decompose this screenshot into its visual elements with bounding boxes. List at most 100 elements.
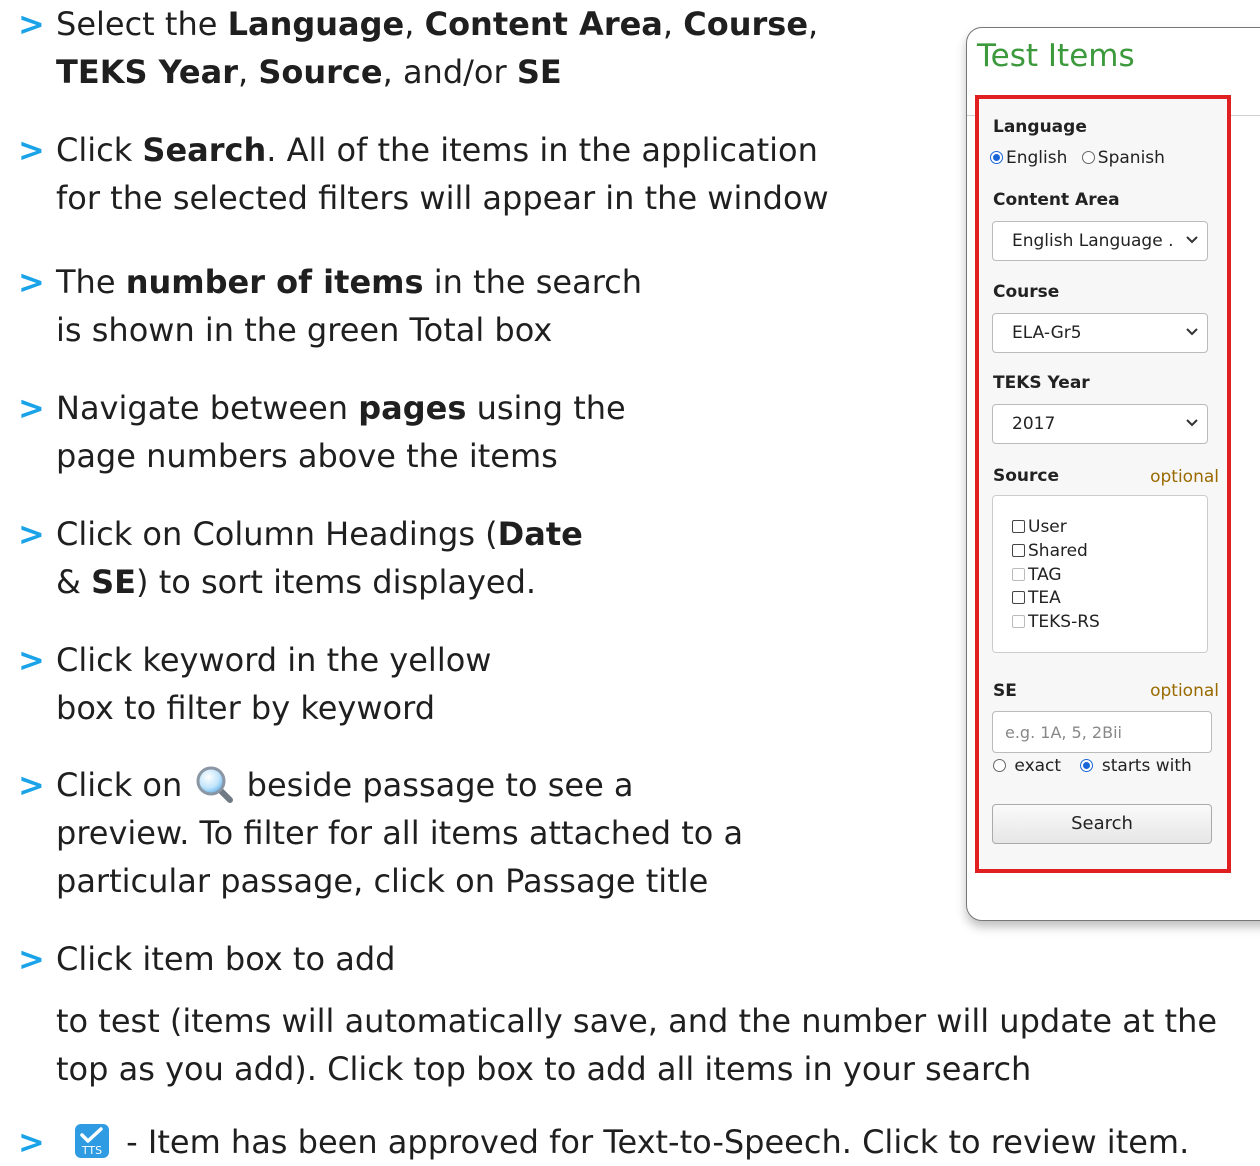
- instruction-line: [18, 983, 1217, 997]
- instruction-bullet: > Click item box to add to test (items wil…: [18, 935, 1217, 1093]
- svg-text:TTS: TTS: [81, 1144, 102, 1157]
- chevron-right-icon: >: [18, 263, 45, 301]
- instruction-text: Select the: [56, 5, 228, 43]
- instruction-text: Click on: [56, 766, 193, 804]
- source-tea-checkbox[interactable]: TEA: [1012, 588, 1061, 608]
- instruction-line: Click on beside passage to see a: [18, 761, 743, 809]
- instruction-text: to test (items will automatically save, …: [56, 1002, 1218, 1040]
- teks-year-select[interactable]: 2017: [992, 404, 1208, 444]
- instruction-bold-text: pages: [358, 389, 467, 427]
- instruction-line: for the selected filters will appear in …: [18, 174, 829, 222]
- search-button[interactable]: Search: [992, 804, 1212, 844]
- instruction-line: Select the Language, Content Area, Cours…: [18, 0, 818, 48]
- instruction-text: box to filter by keyword: [56, 689, 436, 727]
- instruction-text: beside passage to see a: [236, 766, 634, 804]
- instruction-text: . All of the items in the application: [266, 131, 818, 169]
- instruction-text: page numbers above the items: [56, 437, 558, 475]
- instruction-line: TEKS Year, Source, and/or SE: [18, 48, 818, 96]
- tts-icon[interactable]: TTS: [74, 1123, 110, 1159]
- instruction-text: particular passage, click on Passage tit…: [56, 862, 709, 900]
- instruction-text: &: [56, 563, 92, 601]
- instruction-line: page numbers above the items: [18, 432, 626, 480]
- checkbox-disabled-icon: [1012, 568, 1025, 581]
- instruction-text: is shown in the green Total box: [56, 311, 553, 349]
- instruction-text: ,: [662, 5, 684, 43]
- radio-selected-icon[interactable]: [1080, 759, 1094, 772]
- chevron-down-icon: [1186, 328, 1198, 336]
- chevron-down-icon: [1186, 236, 1198, 244]
- source-optional-label: optional: [1150, 467, 1219, 487]
- chevron-right-icon: >: [18, 515, 45, 553]
- instruction-bold-text: SE: [516, 53, 562, 91]
- source-label: Source: [993, 466, 1060, 486]
- course-value: ELA-Gr5: [1012, 323, 1082, 343]
- instruction-text: ,: [404, 5, 425, 43]
- magnifier-icon: [196, 766, 234, 803]
- checkbox-icon[interactable]: [1012, 591, 1025, 604]
- instruction-bullet: > Click on Column Headings (Date & SE) to …: [18, 510, 583, 606]
- se-optional-label: optional: [1150, 681, 1219, 701]
- instruction-text: for the selected filters will appear in …: [56, 179, 829, 217]
- instruction-line: Click item box to add: [18, 935, 1217, 983]
- content-area-value: English Language .: [1012, 231, 1174, 251]
- instruction-line: is shown in the green Total box: [18, 306, 642, 354]
- instruction-text: The: [56, 263, 126, 301]
- instruction-text: preview. To filter for all items attache…: [56, 814, 744, 852]
- instruction-line: box to filter by keyword: [18, 684, 491, 732]
- source-teks-rs-checkbox: TEKS-RS: [1012, 612, 1100, 632]
- chevron-right-icon: >: [18, 131, 45, 169]
- instruction-bullet: > Click Search. All of the items in the a…: [18, 126, 829, 222]
- checkbox-icon[interactable]: [1012, 520, 1025, 533]
- instruction-bold-text: Content Area: [424, 5, 663, 43]
- instruction-text: top as you add). Click top box to add al…: [56, 1050, 1032, 1088]
- language-spanish-radio[interactable]: Spanish: [1081, 148, 1165, 168]
- instruction-text: ,: [808, 5, 819, 43]
- instruction-text: Navigate between: [56, 389, 359, 427]
- instruction-line: Navigate between pages using the: [18, 384, 626, 432]
- instruction-text: in the search: [423, 263, 643, 301]
- teks-year-value: 2017: [1012, 414, 1056, 434]
- instruction-bold-text: Language: [227, 5, 405, 43]
- se-starts-with-radio[interactable]: starts with: [1080, 756, 1192, 776]
- checkbox-icon[interactable]: [1012, 544, 1025, 557]
- course-select[interactable]: ELA-Gr5: [992, 313, 1208, 353]
- instruction-bold-text: TEKS Year: [56, 53, 238, 91]
- instruction-line: The number of items in the search: [18, 258, 642, 306]
- language-radio-group: English Spanish: [990, 148, 1165, 168]
- content-area-select[interactable]: English Language .: [992, 221, 1208, 261]
- instruction-bold-text: Search: [142, 131, 267, 169]
- instruction-bold-text: Date: [497, 515, 583, 553]
- instruction-bold-text: number of items: [125, 263, 424, 301]
- radio-unselected-icon[interactable]: [993, 759, 1006, 772]
- instruction-text: ,: [237, 53, 259, 91]
- instruction-line: TTS - Item has been approved for Text-to…: [18, 1118, 1189, 1166]
- source-shared-checkbox[interactable]: Shared: [1012, 541, 1088, 561]
- instruction-line: top as you add). Click top box to add al…: [18, 1045, 1217, 1093]
- course-label: Course: [993, 282, 1060, 302]
- chevron-down-icon: [1186, 419, 1198, 427]
- se-input[interactable]: [992, 711, 1212, 753]
- instruction-text: Click on Column Headings (: [56, 515, 498, 553]
- content-area-label: Content Area: [993, 190, 1120, 210]
- se-label: SE: [993, 681, 1017, 701]
- chevron-right-icon: >: [18, 389, 45, 427]
- checkbox-disabled-icon: [1012, 615, 1025, 628]
- se-exact-radio[interactable]: exact: [993, 756, 1061, 776]
- instruction-text: ) to sort items displayed.: [136, 563, 537, 601]
- source-user-checkbox[interactable]: User: [1012, 517, 1067, 537]
- language-english-radio[interactable]: English: [990, 148, 1067, 168]
- instruction-line: Click Search. All of the items in the ap…: [18, 126, 829, 174]
- instruction-bullet: > TTS - Item has been approved for Text-t…: [18, 1118, 1189, 1166]
- radio-unselected-icon[interactable]: [1081, 151, 1095, 164]
- chevron-right-icon: >: [18, 1123, 45, 1161]
- instruction-bullet: > The number of items in the search is sho…: [18, 258, 642, 354]
- instruction-line: Click keyword in the yellow: [18, 636, 491, 684]
- source-tag-checkbox: TAG: [1012, 565, 1062, 585]
- instruction-text: Click: [56, 131, 143, 169]
- panel-title: Test Items: [977, 38, 1135, 74]
- language-label: Language: [993, 117, 1087, 137]
- instruction-text: Click keyword in the yellow: [56, 641, 492, 679]
- radio-selected-icon[interactable]: [990, 151, 1003, 164]
- instruction-bold-text: SE: [91, 563, 137, 601]
- teks-year-label: TEKS Year: [993, 373, 1090, 393]
